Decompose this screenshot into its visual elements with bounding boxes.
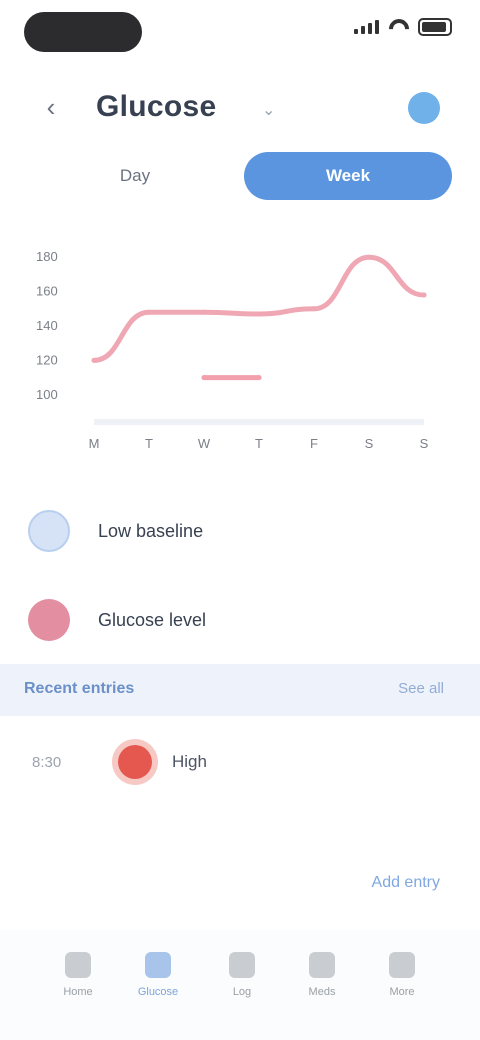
- x-tick-label: F: [310, 436, 318, 451]
- glucose-chart-svg: 180 160 140 120 100 M T W T F S S: [36, 249, 429, 451]
- data-point: [256, 311, 262, 317]
- segment-week[interactable]: Week: [244, 152, 452, 200]
- data-point: [256, 375, 262, 381]
- chart-icon: [145, 952, 171, 978]
- status-time-pill: [24, 12, 142, 52]
- title-dropdown-chevron-icon[interactable]: ⌄: [262, 100, 275, 120]
- tab-log[interactable]: Log: [214, 952, 270, 1018]
- data-point: [366, 254, 372, 260]
- signal-icon: [354, 20, 380, 34]
- x-tick-label: S: [420, 436, 429, 451]
- battery-icon: [418, 18, 452, 36]
- see-all-link[interactable]: See all: [398, 680, 444, 697]
- tab-label: Home: [63, 986, 93, 998]
- y-tick-label: 120: [36, 352, 58, 367]
- legend-label: Low baseline: [98, 520, 204, 541]
- pill-icon: [309, 952, 335, 978]
- status-icons: [354, 18, 452, 36]
- legend-swatch: [28, 510, 70, 552]
- tab-label: More: [389, 986, 415, 998]
- add-entry-link[interactable]: Add entry: [372, 874, 440, 892]
- x-tick-label: W: [198, 436, 211, 451]
- tab-more[interactable]: More: [374, 952, 430, 1018]
- status-bar: [0, 0, 480, 60]
- section-title: Recent entries: [24, 680, 135, 697]
- wifi-icon: [388, 19, 410, 35]
- series-line: [91, 254, 427, 363]
- header: ‹ Glucose ⌄: [0, 78, 480, 138]
- x-tick-label: M: [89, 436, 100, 451]
- data-point: [146, 309, 152, 315]
- info-icon[interactable]: [408, 92, 440, 124]
- y-tick-label: 180: [36, 249, 58, 264]
- entry-status-dot: [118, 745, 152, 779]
- legend-label: Glucose level: [98, 609, 207, 630]
- entry-time: 8:30: [32, 753, 62, 771]
- tab-meds[interactable]: Meds: [294, 952, 350, 1018]
- tab-label: Meds: [308, 986, 336, 998]
- data-point: [421, 292, 427, 298]
- legend-item-glucose-level[interactable]: Glucose level: [28, 592, 448, 648]
- back-chevron-icon[interactable]: ‹: [36, 92, 66, 122]
- data-point: [91, 357, 97, 363]
- data-point: [201, 309, 207, 315]
- data-point: [201, 375, 207, 381]
- tab-bar: Home Glucose Log Meds More: [0, 930, 480, 1040]
- range-segmented-control: Day Week: [40, 152, 452, 200]
- data-point: [311, 306, 317, 312]
- tab-label: Log: [232, 986, 252, 998]
- x-tick-label: T: [145, 436, 153, 451]
- entry-row[interactable]: 8:30 High: [32, 734, 452, 790]
- y-tick-label: 140: [36, 318, 58, 333]
- y-tick-label: 160: [36, 284, 58, 299]
- plus-icon: [229, 952, 255, 978]
- tab-glucose[interactable]: Glucose: [130, 952, 186, 1018]
- segment-day[interactable]: Day: [40, 152, 230, 200]
- x-tick-label: T: [255, 436, 263, 451]
- glucose-chart: 180 160 140 120 100 M T W T F S S: [24, 222, 444, 462]
- legend-item-low-baseline[interactable]: Low baseline: [28, 503, 448, 559]
- tab-home[interactable]: Home: [50, 952, 106, 1018]
- tab-label: Glucose: [137, 986, 179, 998]
- menu-icon: [389, 952, 415, 978]
- entry-label: High: [172, 752, 207, 771]
- page-title: Glucose: [96, 90, 217, 123]
- home-icon: [65, 952, 91, 978]
- legend-swatch: [28, 599, 70, 641]
- section-header: Recent entries See all: [0, 664, 480, 716]
- y-tick-label: 100: [36, 387, 58, 402]
- x-tick-label: S: [365, 436, 374, 451]
